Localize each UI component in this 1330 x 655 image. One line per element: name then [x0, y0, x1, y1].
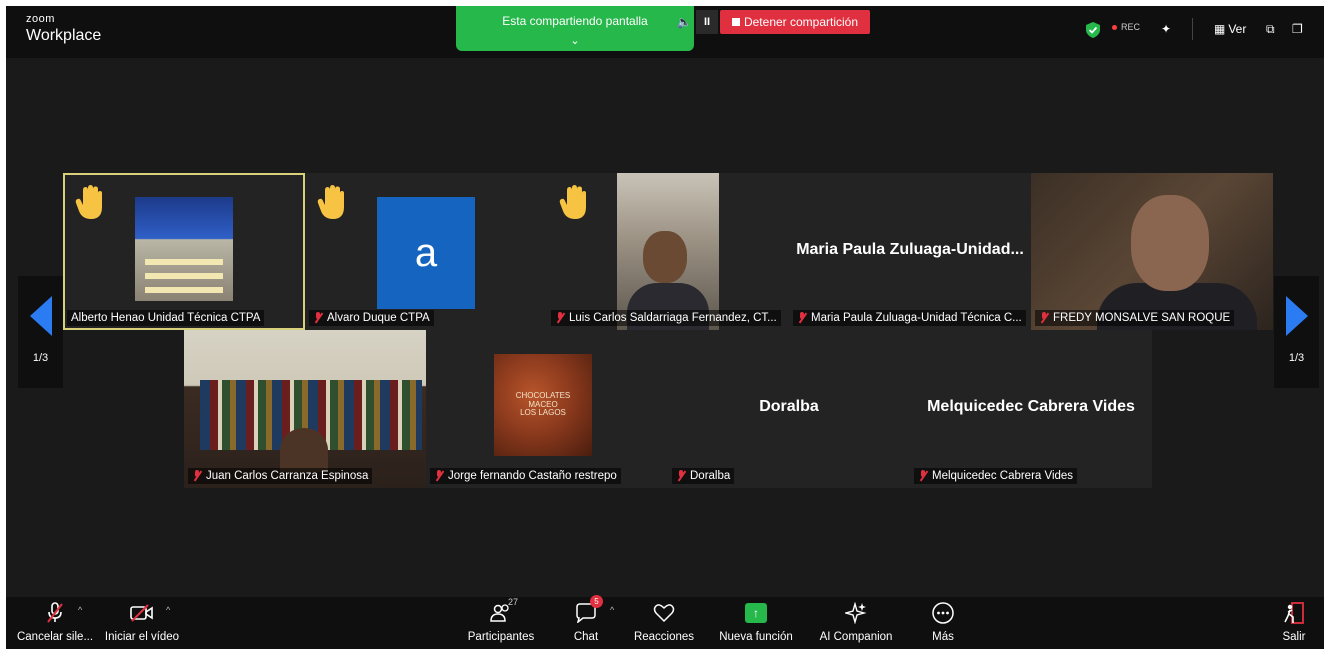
participant-name: Jorge fernando Castaño restrepo	[430, 468, 621, 484]
mic-muted-icon	[434, 470, 444, 482]
raised-hand-icon	[559, 185, 586, 219]
view-button[interactable]: ▦ Ver	[1214, 22, 1246, 36]
participant-video	[617, 173, 719, 330]
participant-display-name: Maria Paula Zuluaga-Unidad...	[796, 240, 1024, 258]
rec-label: REC	[1121, 22, 1141, 32]
participant-name: Alberto Henao Unidad Técnica CTPA	[67, 310, 265, 326]
stop-square-icon	[731, 18, 740, 26]
participants-button[interactable]: 27 Participantes	[460, 597, 542, 643]
meeting-toolbar: Cancelar sile... ^ Iniciar el vídeo ^ 27…	[6, 595, 1324, 649]
top-bar: zoom Workplace Esta compartiendo pantall…	[6, 6, 1324, 58]
security-shield-icon[interactable]	[1086, 22, 1100, 38]
participant-tile-luis[interactable]: Luis Carlos Saldarriaga Fernandez, CT...	[547, 173, 789, 330]
pause-share-button[interactable]: II	[696, 10, 718, 34]
picture-in-picture-icon[interactable]: ⧉	[1266, 22, 1275, 37]
new-feature-label: Nueva función	[719, 631, 793, 643]
ai-companion-button[interactable]: AI Companion	[814, 599, 898, 643]
start-video-label: Iniciar el vídeo	[104, 631, 180, 643]
brand-small: zoom	[26, 13, 55, 25]
chat-button[interactable]: 5 Chat	[564, 595, 608, 643]
arrow-left-icon	[29, 296, 52, 336]
participant-tile-alberto[interactable]: Alberto Henao Unidad Técnica CTPA	[63, 173, 305, 330]
divider	[1192, 18, 1193, 40]
stop-share-button[interactable]: Detener compartición	[720, 10, 870, 34]
sparkle-icon[interactable]: ✦	[1161, 22, 1171, 36]
participant-name: Juan Carlos Carranza Espinosa	[188, 468, 373, 484]
participant-name: Melquicedec Cabrera Vides	[914, 468, 1078, 484]
chat-icon: 5	[564, 595, 608, 627]
participant-name: Maria Paula Zuluaga-Unidad Técnica C...	[793, 310, 1026, 326]
leave-label: Salir	[1282, 631, 1306, 643]
share-status-text: Esta compartiendo pantalla	[502, 14, 648, 28]
more-button[interactable]: Más	[920, 599, 966, 643]
participants-icon: 27	[460, 597, 542, 627]
heart-icon	[630, 599, 698, 627]
participant-display-name: Doralba	[759, 398, 819, 416]
speaker-icon[interactable]: 🔈	[674, 10, 694, 34]
mic-muted-icon	[676, 470, 686, 482]
participant-name: Doralba	[672, 468, 735, 484]
participants-count: 27	[508, 597, 519, 607]
page-indicator-left: 1/3	[32, 352, 49, 364]
participant-tile-fredy[interactable]: FREDY MONSALVE SAN ROQUE	[1031, 173, 1273, 330]
participant-tile-melquicedec[interactable]: Melquicedec Cabrera Vides Melquicedec Ca…	[910, 330, 1152, 488]
window-mode-icon[interactable]: ❐	[1292, 22, 1303, 36]
participant-tile-maria[interactable]: Maria Paula Zuluaga-Unidad... Maria Paul…	[789, 173, 1031, 330]
recording-indicator[interactable]: REC	[1112, 22, 1140, 32]
profile-picture: CHOCOLATES MACEO LOS LAGOS	[494, 354, 592, 456]
mic-muted-icon	[313, 312, 323, 324]
zoom-logo: zoom Workplace	[26, 14, 101, 44]
participant-video	[184, 330, 426, 488]
reactions-label: Reacciones	[633, 631, 695, 643]
view-label: Ver	[1228, 22, 1247, 36]
mic-muted-icon	[555, 312, 565, 324]
grid-icon: ▦	[1214, 22, 1226, 36]
participant-tile-juan[interactable]: Juan Carlos Carranza Espinosa	[184, 330, 426, 488]
mic-muted-icon	[1039, 312, 1049, 324]
raised-hand-icon	[317, 185, 344, 219]
avatar: a	[377, 197, 475, 309]
mic-muted-icon	[797, 312, 807, 324]
participant-name: FREDY MONSALVE SAN ROQUE	[1035, 310, 1235, 326]
chevron-down-icon[interactable]: ⌄	[456, 34, 694, 47]
participant-display-name: Melquicedec Cabrera Vides	[927, 398, 1135, 416]
video-options-caret-icon[interactable]: ^	[166, 605, 170, 615]
unmute-button[interactable]: Cancelar sile...	[12, 599, 98, 643]
record-dot-icon	[1112, 24, 1117, 30]
more-ellipsis-icon	[920, 599, 966, 627]
participants-label: Participantes	[467, 631, 535, 643]
brand-large: Workplace	[26, 27, 102, 44]
arrow-right-icon	[1285, 296, 1308, 336]
ai-companion-label: AI Companion	[819, 631, 893, 643]
screen-share-status-banner[interactable]: Esta compartiendo pantalla ⌄	[456, 6, 694, 51]
new-feature-button[interactable]: ↑ Nueva función	[714, 599, 798, 643]
chat-unread-badge: 5	[590, 595, 603, 608]
participant-video	[1031, 173, 1273, 330]
chat-label: Chat	[573, 631, 599, 643]
raised-hand-icon	[75, 185, 102, 219]
stop-share-label: Detener compartición	[743, 15, 859, 29]
participant-tile-doralba[interactable]: Doralba Doralba	[668, 330, 910, 488]
more-label: Más	[932, 631, 954, 643]
zoom-meeting-window: zoom Workplace Esta compartiendo pantall…	[6, 6, 1324, 649]
profile-picture	[135, 197, 233, 301]
previous-page-button[interactable]: 1/3	[18, 276, 63, 388]
mic-muted-icon	[192, 470, 202, 482]
sparkle-icon	[814, 599, 898, 627]
mic-muted-icon	[918, 470, 928, 482]
audio-options-caret-icon[interactable]: ^	[78, 605, 82, 615]
leave-door-icon	[1276, 599, 1312, 627]
leave-meeting-button[interactable]: Salir	[1276, 599, 1312, 643]
participant-tile-alvaro[interactable]: a Alvaro Duque CTPA	[305, 173, 547, 330]
share-up-arrow-icon: ↑	[714, 599, 798, 627]
reactions-button[interactable]: Reacciones	[630, 599, 698, 643]
chat-options-caret-icon[interactable]: ^	[610, 605, 614, 615]
participant-name: Luis Carlos Saldarriaga Fernandez, CT...	[551, 310, 781, 326]
mic-muted-icon	[12, 599, 98, 627]
page-indicator-right: 1/3	[1288, 352, 1305, 364]
participant-name: Alvaro Duque CTPA	[309, 310, 434, 326]
participant-tile-jorge[interactable]: CHOCOLATES MACEO LOS LAGOS Jorge fernand…	[426, 330, 668, 488]
unmute-label: Cancelar sile...	[16, 631, 94, 643]
next-page-button[interactable]: 1/3	[1274, 276, 1319, 388]
